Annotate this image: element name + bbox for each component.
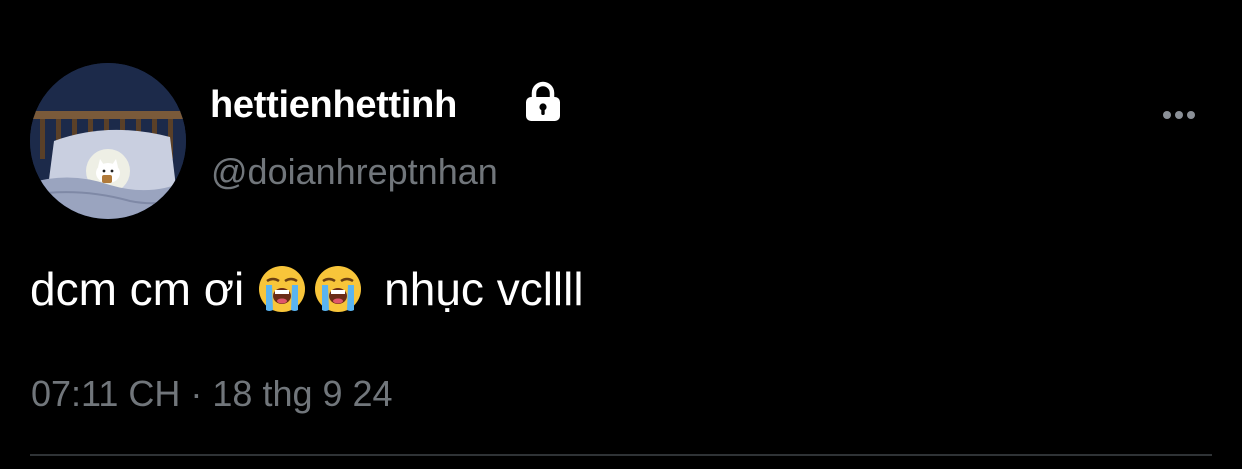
avatar-image bbox=[30, 63, 186, 219]
tweet-text-part-1: dcm cm ơi bbox=[30, 263, 245, 315]
divider bbox=[30, 454, 1212, 456]
more-options-icon[interactable] bbox=[1158, 100, 1200, 130]
tweet-text-part-2: nhục vcllll bbox=[384, 263, 584, 315]
user-avatar[interactable] bbox=[30, 63, 186, 219]
display-name[interactable]: hettienhettinh bbox=[210, 80, 457, 130]
loudly-crying-face-icon bbox=[259, 266, 306, 312]
lock-icon bbox=[526, 81, 560, 121]
user-handle[interactable]: @doianhreptnhan bbox=[211, 148, 498, 196]
tweet-text: dcm cm ơi nhục vcllll bbox=[30, 258, 584, 320]
tweet-timestamp[interactable]: 07:11 CH · 18 thg 9 24 bbox=[31, 370, 393, 418]
loudly-crying-face-icon bbox=[315, 266, 362, 312]
